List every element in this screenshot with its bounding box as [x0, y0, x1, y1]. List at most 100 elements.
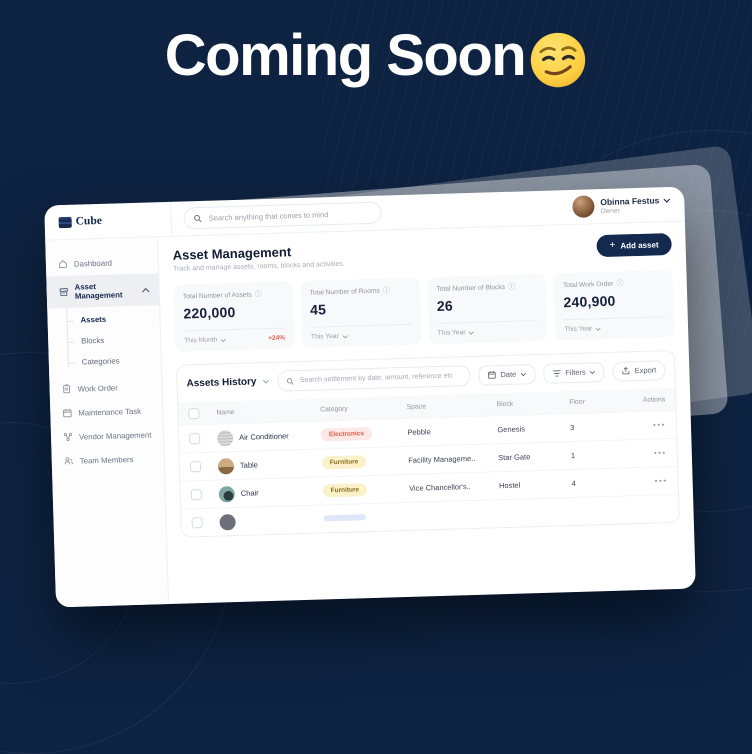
- space-cell: Pebble: [407, 425, 497, 437]
- global-search-input[interactable]: [207, 207, 372, 223]
- row-checkbox[interactable]: [190, 461, 201, 472]
- sidebar: Dashboard Asset Management Assets: [45, 237, 169, 607]
- export-icon: [622, 366, 631, 375]
- row-checkbox[interactable]: [191, 489, 202, 500]
- search-icon: [286, 377, 294, 385]
- info-icon[interactable]: ⓘ: [616, 280, 623, 287]
- chevron-up-icon: [141, 287, 151, 292]
- sidebar-item-dashboard[interactable]: Dashboard: [46, 249, 159, 276]
- date-filter-button[interactable]: Date: [478, 364, 535, 386]
- stat-card-total-rooms: Total Number of Rooms ⓘ 45 This Year: [300, 277, 421, 347]
- sidebar-item-asset-management[interactable]: Asset Management: [46, 273, 159, 308]
- asset-name: Chair: [241, 488, 259, 498]
- logo-text: Cube: [75, 215, 102, 228]
- asset-name: Air Conditioner: [239, 431, 289, 441]
- assets-history-title[interactable]: Assets History: [186, 376, 269, 389]
- clipboard-icon: [61, 384, 71, 394]
- global-search[interactable]: [183, 202, 382, 230]
- asset-thumbnail: [217, 430, 233, 446]
- filter-icon: [552, 369, 561, 377]
- row-actions-button[interactable]: •••: [622, 420, 666, 430]
- add-asset-button[interactable]: + Add asset: [596, 233, 672, 257]
- sidebar-item-maintenance-task[interactable]: Maintenance Task: [50, 398, 163, 425]
- sidebar-item-team-members[interactable]: Team Members: [51, 446, 164, 473]
- home-icon: [58, 259, 68, 269]
- asset-name: Table: [240, 460, 258, 470]
- row-actions-button[interactable]: •••: [623, 448, 667, 458]
- page-title: Asset Management: [172, 243, 344, 263]
- asset-thumbnail: [219, 514, 235, 530]
- banner-title: Coming Soon: [165, 22, 525, 89]
- floor-cell: 1: [571, 450, 623, 461]
- user-name: Obinna Festus: [600, 195, 659, 207]
- assets-history-panel: Assets History: [176, 350, 680, 538]
- block-cell: [500, 512, 573, 514]
- category-badge: Electronics: [321, 427, 372, 442]
- chevron-down-icon: [342, 334, 348, 338]
- smirking-face-emoji: [529, 31, 587, 89]
- main-content: Asset Management Track and manage assets…: [158, 222, 696, 604]
- stat-card-total-assets: Total Number of Assets ⓘ 220,000 This Mo…: [174, 281, 295, 351]
- export-button[interactable]: Export: [612, 360, 665, 382]
- space-cell: Vice Chancellor's..: [409, 481, 499, 493]
- divider: [437, 320, 538, 324]
- info-icon[interactable]: ⓘ: [255, 291, 262, 298]
- user-role: Owner: [600, 206, 670, 215]
- delta-badge: +24%: [268, 334, 285, 341]
- stat-value: 240,900: [563, 291, 664, 310]
- floor-cell: 4: [572, 478, 624, 489]
- plus-icon: +: [609, 241, 615, 251]
- chevron-down-icon: [520, 372, 526, 376]
- row-actions-button[interactable]: [624, 509, 668, 510]
- sidebar-item-vendor-management[interactable]: Vendor Management: [51, 422, 164, 449]
- chevron-down-icon: [220, 338, 226, 342]
- category-badge: [323, 514, 365, 521]
- user-menu[interactable]: Obinna Festus Owner: [572, 187, 685, 224]
- stats-row: Total Number of Assets ⓘ 220,000 This Mo…: [174, 270, 675, 352]
- asset-thumbnail: [218, 458, 234, 474]
- sidebar-item-work-order[interactable]: Work Order: [49, 374, 162, 401]
- space-cell: [410, 514, 500, 517]
- dashboard-mockup: Cube Obinna Festus O: [50, 196, 690, 596]
- calendar-icon: [487, 370, 496, 379]
- sidebar-subitem-categories[interactable]: Categories: [49, 349, 162, 373]
- divider: [564, 316, 665, 320]
- chevron-down-icon: [595, 327, 601, 331]
- calendar-icon: [62, 408, 72, 418]
- select-all-checkbox[interactable]: [188, 408, 199, 419]
- filters-button[interactable]: Filters: [543, 362, 605, 384]
- block-cell: Genesis: [497, 423, 570, 434]
- page-subtitle: Track and manage assets, rooms, blocks a…: [173, 261, 345, 273]
- stat-card-total-blocks: Total Number of Blocks ⓘ 26 This Year: [427, 274, 548, 344]
- row-actions-button[interactable]: •••: [623, 476, 667, 486]
- asset-thumbnail: [219, 486, 235, 502]
- network-icon: [63, 432, 73, 442]
- stat-value: 45: [310, 299, 411, 318]
- period-dropdown[interactable]: This Year: [438, 329, 475, 337]
- chevron-down-icon: [663, 198, 670, 203]
- info-icon[interactable]: ⓘ: [508, 284, 515, 291]
- stat-value: 26: [437, 295, 538, 314]
- logo[interactable]: Cube: [44, 202, 172, 240]
- divider: [311, 324, 412, 328]
- period-dropdown[interactable]: This Year: [311, 333, 348, 341]
- chevron-down-icon: [262, 379, 269, 384]
- category-badge: Furniture: [322, 483, 367, 497]
- period-dropdown[interactable]: This Year: [564, 325, 601, 333]
- info-icon[interactable]: ⓘ: [383, 287, 390, 294]
- stat-value: 220,000: [183, 303, 284, 322]
- floor-cell: 3: [570, 422, 622, 433]
- block-cell: Hostel: [499, 479, 572, 490]
- search-icon: [193, 213, 201, 222]
- floor-cell: [573, 510, 625, 512]
- app-window: Cube Obinna Festus O: [44, 187, 696, 608]
- history-search-input[interactable]: [298, 371, 462, 385]
- space-cell: Facility Manageme..: [408, 453, 498, 465]
- chevron-down-icon: [590, 370, 596, 374]
- row-checkbox[interactable]: [189, 433, 200, 444]
- history-search[interactable]: [277, 365, 471, 392]
- row-checkbox[interactable]: [191, 517, 202, 528]
- divider: [184, 328, 285, 332]
- block-cell: Star Gate: [498, 451, 571, 462]
- period-dropdown[interactable]: This Month: [184, 336, 226, 344]
